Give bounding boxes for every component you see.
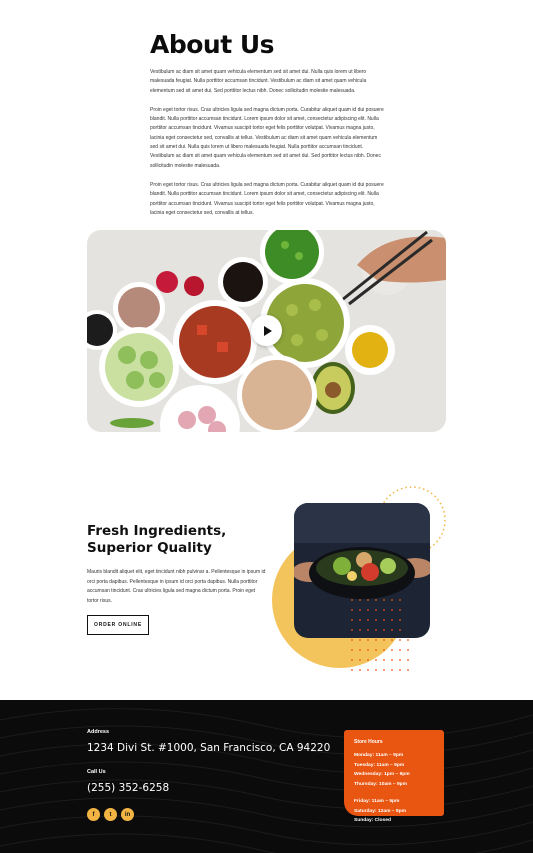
- hours-overflow: Friday: 11am – 5pm Saturday: 12am – 9pm …: [354, 797, 406, 826]
- feature-title: Fresh Ingredients, Superior Quality: [87, 523, 227, 556]
- feature-text: Mauris blandit aliquet elit, eget tincid…: [87, 569, 266, 604]
- play-button[interactable]: [251, 315, 282, 346]
- order-online-button[interactable]: ORDER ONLINE: [87, 615, 149, 635]
- address-value: 1234 Divi St. #1000, San Francisco, CA 9…: [87, 742, 331, 754]
- about-paragraph: Proin eget tortor risus. Cras ultricies …: [150, 181, 384, 216]
- phone-link[interactable]: (255) 352-6258: [87, 782, 169, 794]
- hours-line: Tuesday: 11am – 9pm: [354, 762, 405, 768]
- hours-line: Thursday: 10am – 9pm: [354, 781, 408, 787]
- facebook-icon[interactable]: f: [87, 808, 100, 821]
- about-paragraph: Proin eget tortor risus. Cras ultricies …: [150, 106, 384, 169]
- page-title: About Us: [150, 30, 275, 59]
- feature-bowl-image: [272, 486, 446, 671]
- hours-line: Saturday: 12am – 9pm: [354, 808, 406, 814]
- twitter-icon[interactable]: t: [104, 808, 117, 821]
- hours-line: Monday: 11am – 9pm: [354, 753, 404, 758]
- linkedin-icon[interactable]: in: [121, 808, 134, 821]
- footer: [0, 700, 533, 853]
- about-paragraph: Vestibulum ac diam sit amet quam vehicul…: [150, 69, 367, 94]
- play-icon: [263, 325, 272, 336]
- address-label: Address: [87, 729, 110, 735]
- phone-label: Call Us: [87, 769, 106, 775]
- store-hours-title: Store Hours: [354, 739, 383, 745]
- hours-line: Friday: 11am – 5pm: [354, 799, 400, 804]
- about-section: About Us Vestibulum ac diam sit amet qua…: [150, 30, 385, 218]
- footer-wave-pattern: [0, 708, 533, 853]
- hours-line: Wednesday: 1pm – 9pm: [354, 772, 410, 778]
- hours-line: Sunday: Closed: [354, 818, 391, 824]
